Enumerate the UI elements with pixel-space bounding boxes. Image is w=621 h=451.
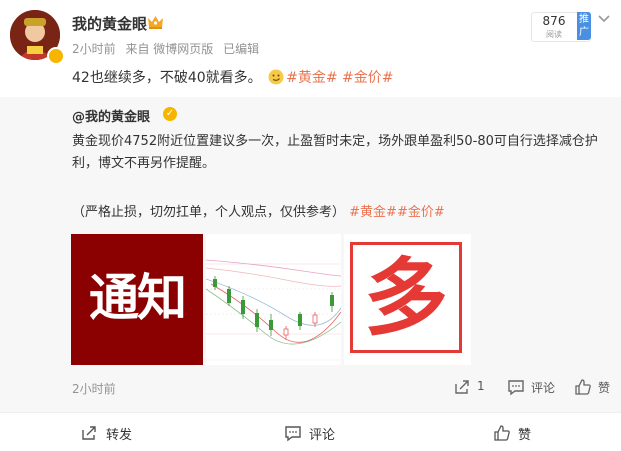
candle — [283, 328, 289, 336]
chart-svg — [206, 259, 341, 361]
weibo-card: 我的黄金眼 2小时前 来自 微博网页版 已编辑 876 阅读 推广 42也继续多… — [0, 0, 621, 451]
duo-image-text: 多 — [363, 249, 448, 347]
crown-icon — [148, 16, 163, 29]
author-name[interactable]: 我的黄金眼 — [72, 13, 147, 34]
candle — [255, 313, 259, 327]
notice-image[interactable]: 通知 — [71, 234, 203, 365]
candle — [213, 279, 217, 287]
comment-icon — [285, 426, 301, 442]
post-text: 42也继续多，不破40就看多。 #黄金# #金价# — [72, 67, 393, 87]
repost-author[interactable]: @我的黄金眼 — [72, 106, 150, 125]
repost-icon — [82, 426, 96, 440]
candle — [241, 300, 245, 314]
like-label: 赞 — [598, 381, 611, 395]
comment-label: 评论 — [531, 381, 556, 395]
repost-hashtags[interactable]: #黄金##金价# — [349, 205, 445, 220]
hashtag-price[interactable]: #金价# — [342, 70, 393, 86]
candle — [312, 314, 318, 324]
notice-image-text: 通知 — [89, 269, 187, 327]
disclaimer-text: （严格止损，切勿扛单，个人观点，仅供参考） — [72, 205, 346, 220]
share-icon — [455, 380, 469, 394]
repost-block[interactable]: @我的黄金眼 ✓ 黄金现价4752附近位置建议多一次，止盈暂时未定，场外跟单盈利… — [0, 97, 621, 412]
post-meta: 2小时前 来自 微博网页版 已编辑 — [72, 40, 265, 57]
thumbs-up-icon — [494, 425, 510, 441]
duo-image[interactable]: 多 — [344, 234, 471, 365]
post-main-text: 42也继续多，不破40就看多。 — [72, 70, 262, 86]
candlestick-chart-image[interactable] — [206, 234, 341, 365]
repost-button[interactable]: 转发 — [0, 413, 206, 451]
comment-button-label: 评论 — [309, 428, 336, 443]
post-source: 来自 微博网页版 — [125, 42, 214, 56]
smirk-emoji-icon — [268, 69, 284, 85]
candle — [227, 289, 231, 303]
verified-badge-icon — [47, 47, 65, 65]
promote-tag[interactable]: 推广 — [577, 12, 591, 40]
post-footer: 转发 评论 赞 — [0, 412, 621, 451]
edited-label[interactable]: 已编辑 — [223, 42, 259, 56]
repost-note: （严格止损，切勿扛单，个人观点，仅供参考） #黄金##金价# — [72, 201, 445, 220]
read-count: 876 — [542, 14, 566, 28]
promote-box[interactable]: 876 阅读 推广 — [531, 12, 591, 42]
candle — [298, 314, 302, 326]
comment-icon — [508, 380, 524, 396]
read-label: 阅读 — [546, 30, 562, 39]
repost-time[interactable]: 2小时前 — [72, 380, 116, 397]
candle — [269, 320, 273, 330]
repost-button-label: 转发 — [106, 428, 133, 443]
repost-text: 黄金现价4752附近位置建议多一次，止盈暂时未定，场外跟单盈利50-80可自行选… — [72, 134, 598, 171]
verified-v-icon: ✓ — [163, 107, 177, 121]
comment-button[interactable]: 评论 — [207, 413, 413, 451]
like-button[interactable]: 赞 — [414, 413, 620, 451]
like-button-label: 赞 — [518, 428, 532, 443]
thumbs-up-icon — [575, 379, 591, 395]
chevron-down-icon[interactable] — [598, 14, 610, 24]
share-count: 1 — [477, 379, 485, 393]
candle — [330, 295, 334, 306]
post-time[interactable]: 2小时前 — [72, 42, 116, 56]
hashtag-gold[interactable]: #黄金# — [286, 70, 337, 86]
duo-frame: 多 — [350, 242, 462, 353]
candles — [213, 276, 334, 340]
